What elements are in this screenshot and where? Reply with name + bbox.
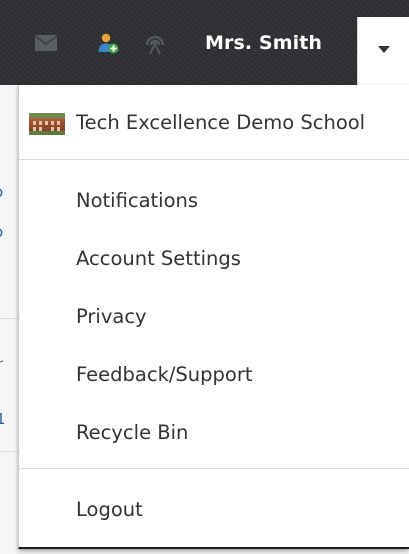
- background-divider: [0, 451, 18, 452]
- user-name[interactable]: Mrs. Smith: [205, 31, 322, 55]
- user-add-icon[interactable]: [96, 29, 120, 57]
- background-link-fragment: o: [0, 223, 3, 241]
- background-text-fragment: r: [0, 355, 4, 373]
- menu-divider: [19, 468, 409, 469]
- account-dropdown-menu: Tech Excellence Demo School Notification…: [18, 85, 409, 549]
- account-menu-toggle[interactable]: [357, 17, 409, 85]
- background-link-fragment: o: [0, 183, 3, 201]
- caret-down-icon: [378, 46, 390, 53]
- school-name: Tech Excellence Demo School: [76, 111, 366, 134]
- mail-icon[interactable]: [34, 29, 58, 57]
- menu-item-notifications[interactable]: Notifications: [76, 189, 198, 213]
- menu-item-privacy[interactable]: Privacy: [76, 305, 147, 329]
- background-divider: [0, 318, 18, 319]
- menu-divider: [19, 159, 409, 160]
- background-link-fragment: 1: [0, 410, 6, 428]
- menu-item-recycle-bin[interactable]: Recycle Bin: [76, 421, 188, 445]
- menu-item-account-settings[interactable]: Account Settings: [76, 247, 241, 271]
- menu-item-feedback-support[interactable]: Feedback/Support: [76, 363, 253, 387]
- background-page: o o r 1 i: [0, 85, 18, 554]
- signal-icon[interactable]: [142, 29, 168, 57]
- menu-item-logout[interactable]: Logout: [76, 498, 143, 522]
- top-navigation-bar: Mrs. Smith: [0, 0, 409, 85]
- school-building-thumbnail: [29, 113, 65, 135]
- school-switcher[interactable]: Tech Excellence Demo School: [19, 85, 409, 160]
